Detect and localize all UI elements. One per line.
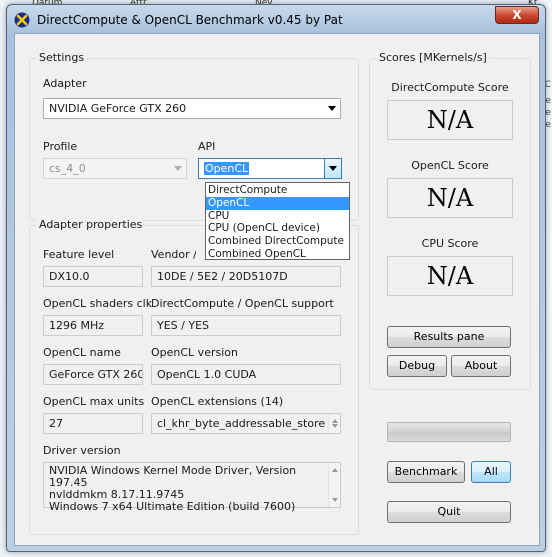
support-value: YES / YES xyxy=(151,315,341,336)
chevron-down-icon xyxy=(174,166,182,171)
adapter-label: Adapter xyxy=(43,77,87,90)
api-select-value: OpenCL xyxy=(204,162,250,175)
settings-group-title: Settings xyxy=(36,51,88,64)
close-icon: X xyxy=(512,8,522,22)
opencl-name-label: OpenCL name xyxy=(43,346,121,359)
scroll-down-icon[interactable] xyxy=(332,498,338,502)
api-option[interactable]: CPU (OpenCL device) xyxy=(206,222,349,235)
scroll-up-icon[interactable] xyxy=(332,468,338,472)
directcompute-score-label: DirectCompute Score xyxy=(391,81,509,94)
driver-scrollbar[interactable] xyxy=(328,463,340,507)
api-dropdown-button[interactable] xyxy=(324,159,341,178)
profile-select-value: cs_4_0 xyxy=(49,162,86,175)
driver-version-label: Driver version xyxy=(43,444,121,457)
window-title: DirectCompute & OpenCL Benchmark v0.45 b… xyxy=(37,13,343,27)
client-area: Settings Adapter NVIDIA GeForce GTX 260 … xyxy=(14,33,540,546)
api-option[interactable]: CPU xyxy=(206,210,349,223)
chevron-down-icon xyxy=(329,166,337,171)
api-option[interactable]: Combined DirectCompute xyxy=(206,235,349,248)
benchmark-progress-bar xyxy=(387,422,511,442)
opencl-version-label: OpenCL version xyxy=(151,346,238,359)
api-dropdown-list: DirectCompute OpenCL CPU CPU (OpenCL dev… xyxy=(205,182,350,260)
scores-group-title: Scores [MKernels/s] xyxy=(376,51,490,64)
opencl-score-label: OpenCL Score xyxy=(411,159,489,172)
vendor-value: 10DE / 5E2 / 20D5107D xyxy=(151,266,341,287)
opencl-version-value: OpenCL 1.0 CUDA xyxy=(151,364,341,385)
driver-version-box[interactable]: NVIDIA Windows Kernel Mode Driver, Versi… xyxy=(43,462,341,513)
quit-button[interactable]: Quit xyxy=(387,501,511,523)
vendor-label: Vendor / Device / Revision xyxy=(151,248,196,261)
profile-label: Profile xyxy=(43,140,78,153)
app-icon xyxy=(14,12,30,28)
feature-level-value: DX10.0 xyxy=(43,266,143,287)
directcompute-score-value: N/A xyxy=(387,100,513,140)
background-text: e xyxy=(545,120,551,130)
background-text: e xyxy=(545,108,551,118)
cpu-score-label: CPU Score xyxy=(421,237,479,250)
api-option[interactable]: DirectCompute xyxy=(206,184,349,197)
adapter-properties-title: Adapter properties xyxy=(36,218,146,231)
results-pane-button[interactable]: Results pane xyxy=(387,326,511,348)
support-label: DirectCompute / OpenCL support xyxy=(151,297,334,310)
api-select[interactable]: OpenCL xyxy=(198,158,342,179)
extensions-list[interactable]: cl_khr_byte_addressable_store xyxy=(151,413,341,434)
opencl-name-value: GeForce GTX 260 xyxy=(43,364,143,385)
adapter-select[interactable]: NVIDIA GeForce GTX 260 xyxy=(43,98,341,119)
max-units-label: OpenCL max units xyxy=(43,395,145,408)
driver-line: Windows 7 x64 Ultimate Edition (build 76… xyxy=(49,500,296,513)
api-option-selected[interactable]: OpenCL xyxy=(206,196,349,210)
opencl-score-value: N/A xyxy=(387,178,513,218)
feature-level-label: Feature level xyxy=(43,248,115,261)
title-bar[interactable]: DirectCompute & OpenCL Benchmark v0.45 b… xyxy=(7,5,545,33)
api-label: API xyxy=(198,140,216,153)
cpu-score-value: N/A xyxy=(387,256,513,296)
extensions-value: cl_khr_byte_addressable_store xyxy=(157,417,326,430)
benchmark-window: DirectCompute & OpenCL Benchmark v0.45 b… xyxy=(6,4,546,552)
max-units-value: 27 xyxy=(43,413,143,434)
scroll-down-icon[interactable] xyxy=(332,424,338,428)
profile-select: cs_4_0 xyxy=(43,158,187,179)
driver-line: NVIDIA Windows Kernel Mode Driver, Versi… xyxy=(49,464,297,489)
shaders-clk-label: OpenCL shaders clk xyxy=(43,297,153,310)
about-button[interactable]: About xyxy=(451,355,511,377)
debug-button[interactable]: Debug xyxy=(387,355,447,377)
adapter-select-value: NVIDIA GeForce GTX 260 xyxy=(49,102,187,115)
chevron-down-icon xyxy=(328,106,336,111)
api-option[interactable]: Combined OpenCL xyxy=(206,248,349,261)
extensions-scrollbar[interactable] xyxy=(328,414,340,433)
scroll-up-icon[interactable] xyxy=(332,419,338,423)
close-button[interactable]: X xyxy=(495,6,539,24)
shaders-clk-value: 1296 MHz xyxy=(43,315,143,336)
extensions-label: OpenCL extensions (14) xyxy=(151,395,284,408)
benchmark-button[interactable]: Benchmark xyxy=(387,461,465,483)
all-button[interactable]: All xyxy=(471,461,511,483)
background-text: e xyxy=(545,96,551,106)
